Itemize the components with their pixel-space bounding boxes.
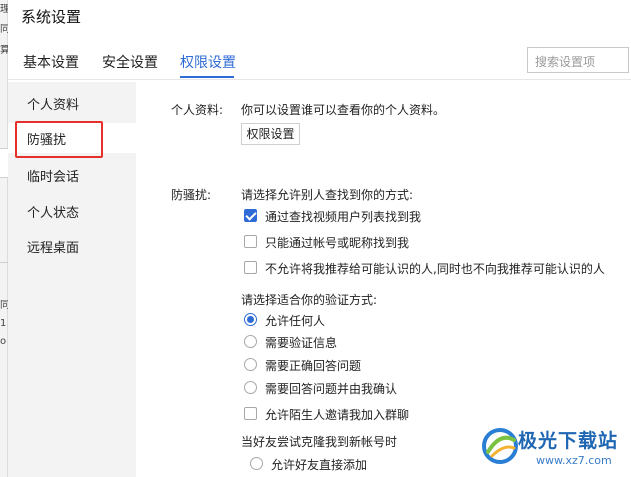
option-label: 通过查找视频用户列表找到我 <box>265 210 422 224</box>
background-divider <box>0 262 8 263</box>
aurora-logo-icon <box>482 428 518 464</box>
verify-method-prompt: 请选择适合你的验证方式: <box>241 293 378 307</box>
permission-settings-button[interactable]: 权限设置 <box>241 123 300 145</box>
checkbox-icon[interactable] <box>244 235 257 248</box>
highlight-box <box>15 121 103 158</box>
profile-section-label: 个人资料: <box>171 103 224 117</box>
background-text: 理 <box>0 4 8 15</box>
watermark-brand: 极光下载站 <box>518 430 619 452</box>
option-label: 不允许将我推荐给可能认识的人,同时也不向我推荐可能认识的人 <box>265 262 605 276</box>
watermark-url: www.xz7.com <box>536 454 612 467</box>
clone-account-prompt: 当好友尝试克隆我到新帐号时 <box>241 435 398 449</box>
active-tab-indicator <box>180 76 234 78</box>
search-settings-input[interactable] <box>527 47 629 73</box>
background-text: 同 <box>0 300 8 311</box>
tab-security-settings[interactable]: 安全设置 <box>102 52 158 72</box>
sidebar-item-remote-desktop[interactable]: 远程桌面 <box>8 231 136 261</box>
background-text: 算 <box>0 45 8 56</box>
find-method-prompt: 请选择允许别人查找到你的方式: <box>241 188 414 202</box>
radio-icon[interactable] <box>244 358 257 371</box>
checkbox-checked-icon[interactable] <box>244 209 257 222</box>
tab-permission-settings[interactable]: 权限设置 <box>180 52 236 72</box>
anti-harassment-section-label: 防骚扰: <box>171 188 212 202</box>
option-label: 允许陌生人邀请我加入群聊 <box>265 408 410 422</box>
option-label: 只能通过帐号或昵称找到我 <box>265 236 410 250</box>
radio-icon[interactable] <box>250 457 263 470</box>
settings-dialog: 系统设置 基本设置 安全设置 权限设置 个人资料 防骚扰 临时会话 个人状态 远… <box>8 0 631 477</box>
sidebar-item-profile[interactable]: 个人资料 <box>8 88 136 118</box>
option-label: 允许好友直接添加 <box>271 458 368 472</box>
option-label: 需要正确回答问题 <box>265 359 362 373</box>
tab-basic-settings[interactable]: 基本设置 <box>23 52 79 72</box>
option-label: 允许任何人 <box>265 314 326 328</box>
radio-icon[interactable] <box>244 335 257 348</box>
profile-description: 你可以设置谁可以查看你的个人资料。 <box>241 103 446 117</box>
sidebar-item-temp-session[interactable]: 临时会话 <box>8 160 136 190</box>
background-text: 1 <box>0 318 7 329</box>
checkbox-icon[interactable] <box>244 407 257 420</box>
sidebar-item-personal-status[interactable]: 个人状态 <box>8 196 136 226</box>
background-window <box>0 0 8 477</box>
option-label: 需要验证信息 <box>265 336 338 350</box>
radio-icon[interactable] <box>244 381 257 394</box>
background-text: 同 <box>0 24 8 35</box>
background-text: o <box>0 336 7 347</box>
watermark-logo: 极光下载站 www.xz7.com <box>478 422 628 474</box>
sidebar: 个人资料 防骚扰 临时会话 个人状态 远程桌面 <box>8 82 136 477</box>
radio-selected-icon[interactable] <box>244 313 257 326</box>
background-panel <box>0 148 8 178</box>
checkbox-icon[interactable] <box>244 261 257 274</box>
dialog-title: 系统设置 <box>21 8 82 26</box>
option-label: 需要回答问题并由我确认 <box>265 382 398 396</box>
